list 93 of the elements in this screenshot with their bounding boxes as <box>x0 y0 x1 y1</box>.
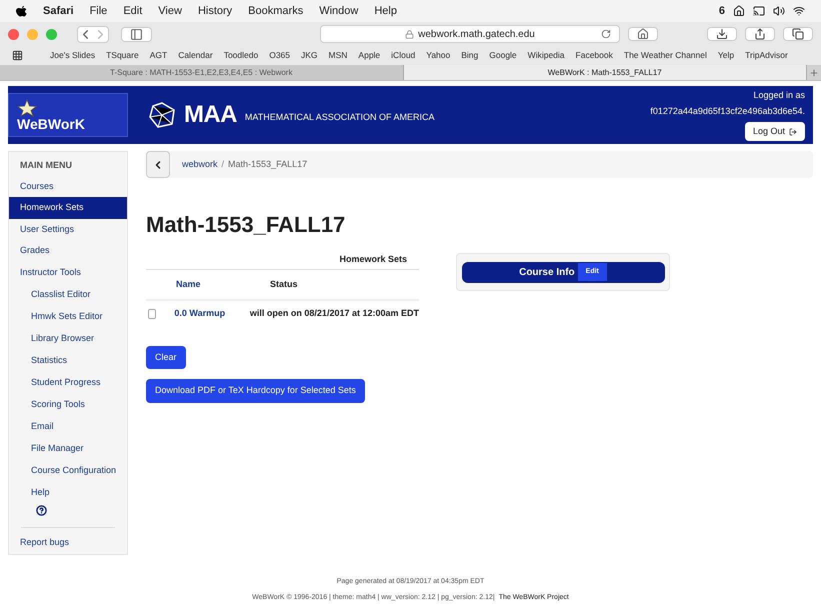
bookmark[interactable]: The Weather Channel <box>624 49 707 62</box>
menu-item[interactable]: View <box>158 2 182 20</box>
sidebar-subitem[interactable]: Classlist Editor <box>9 283 127 305</box>
menu-item[interactable]: Window <box>319 2 358 20</box>
plus-icon <box>809 68 819 78</box>
breadcrumb-link[interactable]: webwork <box>182 158 218 172</box>
menu-item[interactable]: File <box>90 2 108 20</box>
column-header: Status <box>270 278 298 290</box>
logout-button[interactable]: Log Out <box>744 122 805 142</box>
bookmark[interactable]: Facebook <box>576 49 613 62</box>
bookmark[interactable]: Yahoo <box>426 49 450 62</box>
browser-tab[interactable]: T-Square : MATH-1553-E1,E2,E3,E4,E5 : Webwork <box>0 65 404 80</box>
new-tab-button[interactable] <box>807 65 821 80</box>
volume-icon[interactable] <box>773 5 785 17</box>
sidebar-subitem[interactable]: File Manager <box>9 437 127 459</box>
sidebar-heading: MAIN MENU <box>19 159 73 172</box>
breadcrumb-separator: / <box>222 158 224 171</box>
back-forward-buttons[interactable] <box>77 26 109 42</box>
reload-icon[interactable] <box>601 29 611 39</box>
sidebar-subitem[interactable]: Hmwk Sets Editor <box>9 305 127 327</box>
download-hardcopy-button[interactable]: Download PDF or TeX Hardcopy for Selected Sets <box>146 379 365 402</box>
sidebar-subitem[interactable]: Email <box>9 415 127 437</box>
bookmark[interactable]: JKG <box>301 49 318 62</box>
menu-item[interactable]: Edit <box>123 2 142 20</box>
share-icon <box>754 28 766 40</box>
page-title: Math-1553_FALL17 <box>146 211 346 239</box>
tabs-button[interactable] <box>783 27 813 41</box>
sidebar-icon <box>130 28 143 40</box>
clear-button[interactable]: Clear <box>146 346 186 369</box>
close-icon[interactable] <box>8 28 19 40</box>
airplay-icon[interactable] <box>753 5 765 17</box>
menu-item[interactable]: Help <box>374 2 397 20</box>
bookmark[interactable]: MSN <box>328 49 348 62</box>
home-icon[interactable] <box>733 5 745 17</box>
lock-icon <box>405 30 414 38</box>
download-button[interactable] <box>707 27 737 41</box>
bookmark[interactable]: Calendar <box>178 49 213 62</box>
bookmark[interactable]: Joe's Slides <box>50 49 96 62</box>
bookmark[interactable]: Toodledo <box>224 49 258 62</box>
menu-item[interactable]: History <box>198 2 232 20</box>
sidebar-subitem[interactable]: Course Configuration <box>9 459 127 481</box>
logout-icon <box>789 128 797 136</box>
back-button[interactable] <box>146 151 170 178</box>
help-icon[interactable] <box>36 505 47 516</box>
grid-icon[interactable] <box>12 50 23 61</box>
share-button[interactable] <box>745 27 775 41</box>
sidebar-item[interactable]: Grades <box>9 240 127 262</box>
tabs-icon <box>792 28 804 40</box>
bookmark[interactable]: TSquare <box>106 49 139 62</box>
download-icon <box>716 28 728 40</box>
menu-item[interactable]: Bookmarks <box>248 2 304 20</box>
bookmark[interactable]: Bing <box>461 49 478 62</box>
bookmark[interactable]: Wikipedia <box>528 49 565 62</box>
sidebar-button[interactable] <box>121 26 152 42</box>
sidebar-item[interactable]: User Settings <box>9 218 127 240</box>
browser-tab[interactable]: WeBWorK : Math-1553_FALL17 <box>404 65 807 80</box>
sidebar-subitem[interactable]: Help <box>9 481 127 503</box>
bookmark[interactable]: O365 <box>269 49 290 62</box>
star-logo-icon <box>17 99 37 117</box>
sidebar-item[interactable]: Homework Sets <box>9 197 127 218</box>
maa-subtitle: MATHEMATICAL ASSOCIATION OF AMERICA <box>244 111 435 124</box>
status-count[interactable]: 6 <box>718 2 725 20</box>
table-caption: Homework Sets <box>339 253 407 266</box>
bookmark[interactable]: iCloud <box>391 49 416 62</box>
bookmark[interactable]: TripAdvisor <box>745 49 788 62</box>
course-info-title: Course Info <box>519 266 575 280</box>
apple-logo-icon[interactable] <box>16 5 27 17</box>
username: f01272a44a9d65f13cf2e496ab3d6e54. <box>650 105 805 118</box>
maa-logo-icon <box>148 102 176 128</box>
sidebar-subitem[interactable]: Statistics <box>9 349 127 371</box>
breadcrumb-current: Math-1553_FALL17 <box>228 158 308 171</box>
bookmark[interactable]: Yelp <box>718 49 734 62</box>
sidebar-subitem[interactable]: Library Browser <box>9 327 127 349</box>
sidebar-subitem[interactable]: Student Progress <box>9 371 127 393</box>
table-cell-text: will open on 08/21/2017 at 12:00am EDT <box>250 307 419 320</box>
home-icon <box>637 28 649 40</box>
bookmark[interactable]: Apple <box>358 49 380 62</box>
row-checkbox[interactable] <box>148 308 156 319</box>
report-bugs-link[interactable]: Report bugs <box>9 536 127 550</box>
bookmark[interactable]: Google <box>489 49 517 62</box>
maa-title: MAA <box>184 100 237 130</box>
column-header: Name <box>176 278 202 290</box>
webwork-logo[interactable]: WeBWorK <box>8 93 128 137</box>
sidebar-item[interactable]: Courses <box>9 176 127 197</box>
menu-item[interactable]: Safari <box>43 2 74 20</box>
home-button[interactable] <box>628 27 658 41</box>
address-field[interactable]: webwork.math.gatech.edu <box>320 25 620 43</box>
bookmark[interactable]: AGT <box>150 49 168 62</box>
set-name-link[interactable]: 0.0 Warmup <box>174 307 250 320</box>
logged-in-label: Logged in as <box>753 88 805 102</box>
sidebar-subitem[interactable]: Scoring Tools <box>9 393 127 415</box>
logo-text: WeBWorK <box>17 117 86 131</box>
sidebar-item[interactable]: Instructor Tools <box>9 262 127 283</box>
